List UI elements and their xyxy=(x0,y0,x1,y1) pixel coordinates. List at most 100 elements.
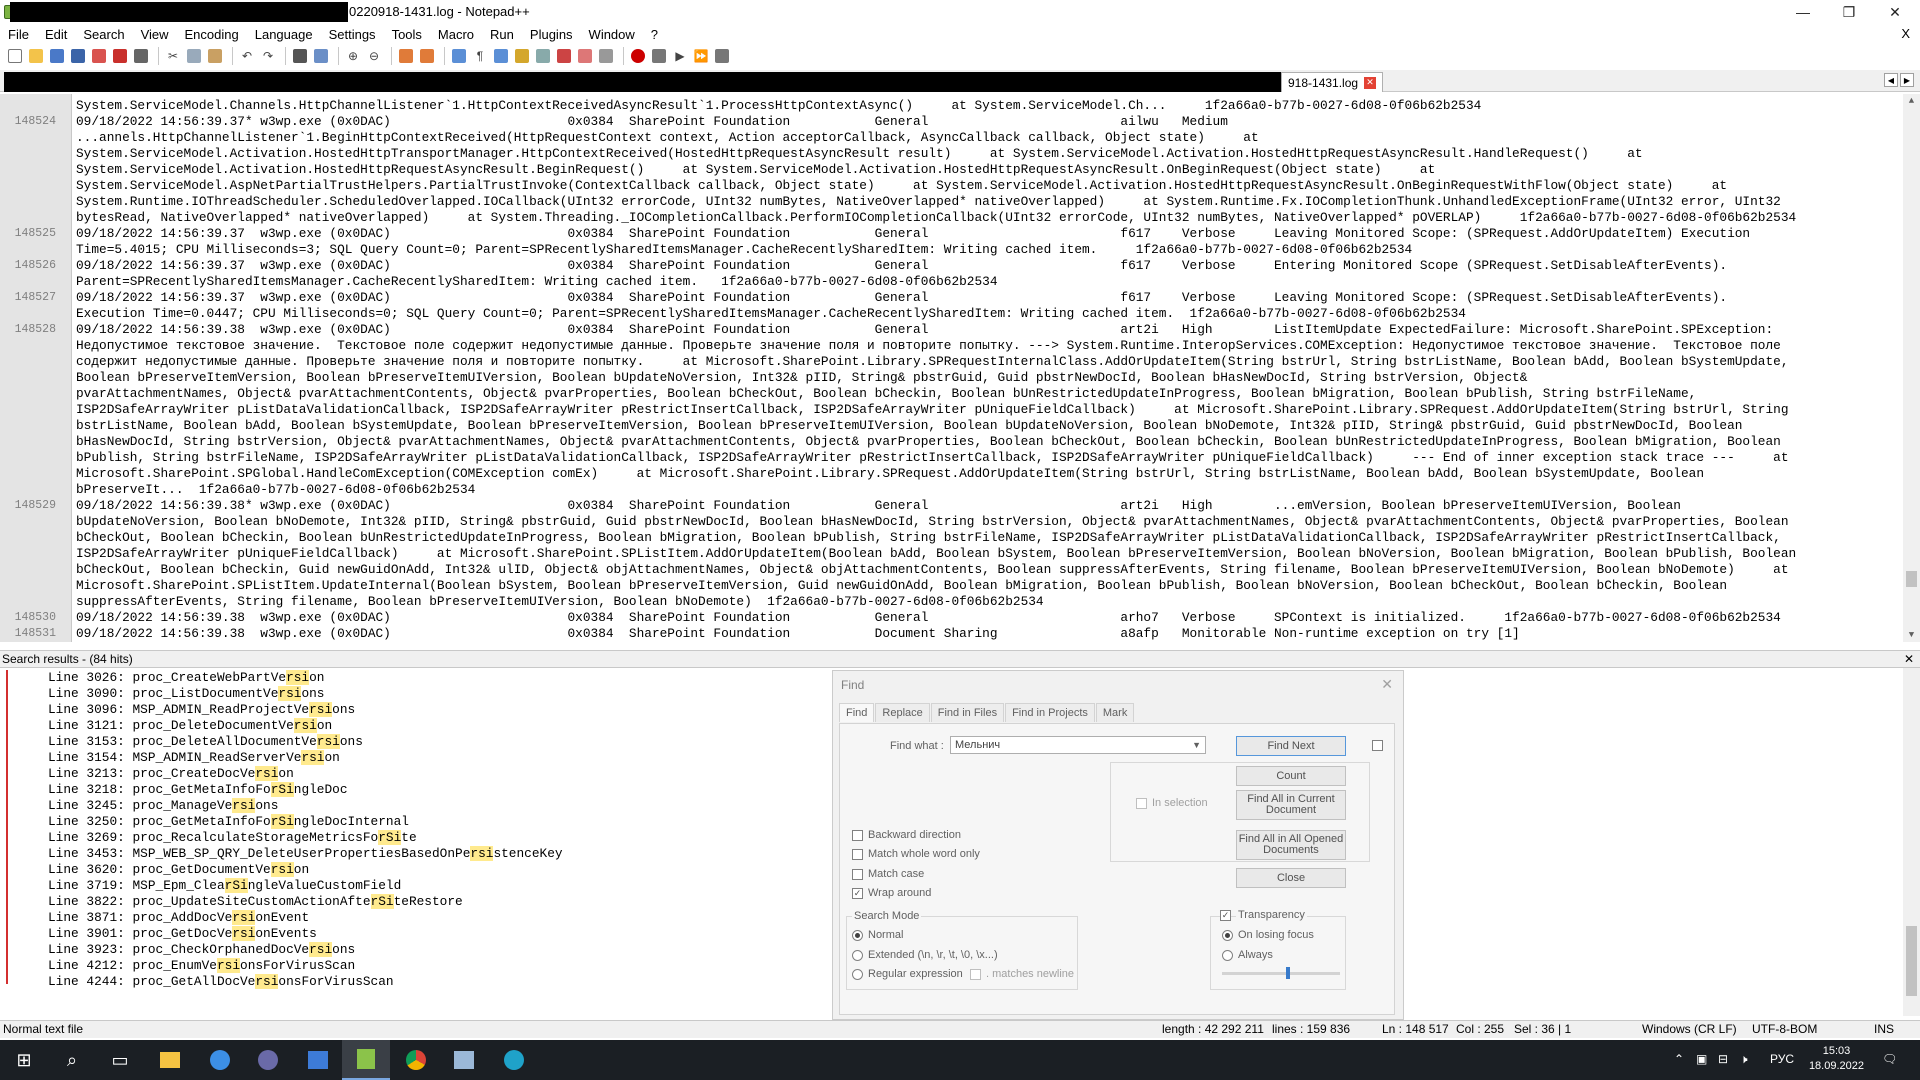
sync-vertical-icon[interactable] xyxy=(397,47,415,65)
count-button[interactable]: Count xyxy=(1236,766,1346,786)
save-icon[interactable] xyxy=(48,47,66,65)
editor-vertical-scrollbar[interactable]: ▲ ▼ xyxy=(1903,94,1920,642)
backward-direction-checkbox[interactable] xyxy=(852,830,863,841)
tab-mark[interactable]: Mark xyxy=(1095,703,1135,722)
paste-icon[interactable] xyxy=(206,47,224,65)
search-mode-normal-radio[interactable] xyxy=(852,930,863,941)
line-text[interactable]: Boolean bPreserveItemVersion, Boolean bP… xyxy=(72,370,1890,386)
transparency-slider-track[interactable] xyxy=(1222,972,1340,975)
search-result-row[interactable]: Line 3245: proc_ManageVersions xyxy=(48,798,563,814)
line-text[interactable]: bCheckOut, Boolean bCheckin, Guid newGui… xyxy=(72,562,1890,578)
line-text[interactable]: System.ServiceModel.AspNetPartialTrustHe… xyxy=(72,178,1890,194)
editor-text[interactable]: System.ServiceModel.Channels.HttpChannel… xyxy=(0,98,1890,642)
editor-line[interactable]: bUpdateNoVersion, Boolean bNoDemote, Int… xyxy=(0,514,1890,530)
line-text[interactable]: 09/18/2022 14:56:39.38 w3wp.exe (0x0DAC)… xyxy=(72,610,1890,626)
editor-line[interactable]: 148525 09/18/2022 14:56:39.37 w3wp.exe (0… xyxy=(0,226,1890,242)
menu-window[interactable]: Window xyxy=(581,27,643,42)
search-result-row[interactable]: Line 3269: proc_RecalculateStorageMetric… xyxy=(48,830,563,846)
editor-line[interactable]: 148528 09/18/2022 14:56:39.38 w3wp.exe (0… xyxy=(0,322,1890,338)
search-result-row[interactable]: Line 3096: MSP_ADMIN_ReadProjectVersions xyxy=(48,702,563,718)
search-result-row[interactable]: Line 3154: MSP_ADMIN_ReadServerVersion xyxy=(48,750,563,766)
menu-run[interactable]: Run xyxy=(482,27,522,42)
close-button[interactable]: Close xyxy=(1236,868,1346,888)
search-result-row[interactable]: Line 3213: proc_CreateDocVersion xyxy=(48,766,563,782)
editor-line[interactable]: bPreserveIt... 1f2a66a0-b77b-0027-6d08-0… xyxy=(0,482,1890,498)
search-result-row[interactable]: Line 3090: proc_ListDocumentVersions xyxy=(48,686,563,702)
in-selection-checkbox[interactable] xyxy=(1136,798,1147,809)
editor-line[interactable]: bPublish, String bstrFileName, ISP2DSafe… xyxy=(0,450,1890,466)
line-text[interactable]: System.Runtime.IOThreadScheduler.Schedul… xyxy=(72,194,1890,210)
editor-line[interactable]: bHasNewDocId, String bstrVersion, Object… xyxy=(0,434,1890,450)
editor-line[interactable]: 148527 09/18/2022 14:56:39.37 w3wp.exe (0… xyxy=(0,290,1890,306)
record-macro-icon[interactable] xyxy=(629,47,647,65)
find-next-button[interactable]: Find Next xyxy=(1236,736,1346,756)
indent-guide-icon[interactable] xyxy=(492,47,510,65)
search-results-scrollbar[interactable] xyxy=(1903,668,1920,1016)
cut-icon[interactable]: ✂ xyxy=(164,47,182,65)
line-text[interactable]: 09/18/2022 14:56:39.37 w3wp.exe (0x0DAC)… xyxy=(72,258,1890,274)
network-icon[interactable]: ⊟ xyxy=(1718,1052,1728,1066)
menu-file[interactable]: File xyxy=(0,27,37,42)
close-window-button[interactable]: ✕ xyxy=(1872,0,1918,24)
editor-line[interactable]: Parent=SPRecentlySharedItemsManager.Cach… xyxy=(0,274,1890,290)
line-text[interactable]: ISP2DSafeArrayWriter pUniqueFieldCallbac… xyxy=(72,546,1890,562)
editor-line[interactable]: pvarAttachmentNames, Object& pvarAttachm… xyxy=(0,386,1890,402)
transparency-slider-handle[interactable] xyxy=(1286,967,1290,979)
zoom-in-icon[interactable]: ⊕ xyxy=(344,47,362,65)
chrome-icon[interactable] xyxy=(392,1040,440,1080)
line-text[interactable]: bstrListName, Boolean bAdd, Boolean bSys… xyxy=(72,418,1890,434)
redo-icon[interactable]: ↷ xyxy=(259,47,277,65)
play-macro-icon[interactable]: ▶ xyxy=(671,47,689,65)
always-radio[interactable] xyxy=(1222,950,1233,961)
close-all-icon[interactable] xyxy=(111,47,129,65)
line-text[interactable]: 09/18/2022 14:56:39.37 w3wp.exe (0x0DAC)… xyxy=(72,290,1890,306)
editor-line[interactable]: содержит недопустимые данные. Проверьте … xyxy=(0,354,1890,370)
line-text[interactable]: bPublish, String bstrFileName, ISP2DSafe… xyxy=(72,450,1890,466)
task-view-icon[interactable]: ▭ xyxy=(96,1040,144,1080)
replace-icon[interactable] xyxy=(312,47,330,65)
scroll-up-icon[interactable]: ▲ xyxy=(1903,94,1920,108)
menu-plugins[interactable]: Plugins xyxy=(522,27,581,42)
remote-desktop-icon[interactable] xyxy=(440,1040,488,1080)
network-app-icon[interactable] xyxy=(294,1040,342,1080)
search-result-row[interactable]: Line 3822: proc_UpdateSiteCustomActionAf… xyxy=(48,894,563,910)
line-text[interactable]: 09/18/2022 14:56:39.38 w3wp.exe (0x0DAC)… xyxy=(72,626,1890,642)
line-text[interactable]: Parent=SPRecentlySharedItemsManager.Cach… xyxy=(72,274,1890,290)
tray-app-icon[interactable]: ▣ xyxy=(1696,1052,1707,1066)
open-file-icon[interactable] xyxy=(27,47,45,65)
editor-line[interactable]: 148529 09/18/2022 14:56:39.38* w3wp.exe (… xyxy=(0,498,1890,514)
search-result-row[interactable]: Line 3250: proc_GetMetaInfoForSingleDocI… xyxy=(48,814,563,830)
find-all-current-button[interactable]: Find All in Current Document xyxy=(1236,790,1346,820)
search-result-row[interactable]: Line 3153: proc_DeleteAllDocumentVersion… xyxy=(48,734,563,750)
editor-line[interactable]: System.Runtime.IOThreadScheduler.Schedul… xyxy=(0,194,1890,210)
line-text[interactable]: bUpdateNoVersion, Boolean bNoDemote, Int… xyxy=(72,514,1890,530)
doc-map-icon[interactable] xyxy=(534,47,552,65)
tab-replace[interactable]: Replace xyxy=(875,703,930,722)
editor-line[interactable]: suppressAfterEvents, String filename, Bo… xyxy=(0,594,1890,610)
tab-find[interactable]: Find xyxy=(839,703,875,722)
print-icon[interactable] xyxy=(132,47,150,65)
editor-line[interactable]: ISP2DSafeArrayWriter pUniqueFieldCallbac… xyxy=(0,546,1890,562)
start-windows-icon[interactable]: ⊞ xyxy=(0,1040,48,1080)
line-text[interactable]: 09/18/2022 14:56:39.37* w3wp.exe (0x0DAC… xyxy=(72,114,1890,130)
show-hidden-icons-icon[interactable]: ⌃ xyxy=(1674,1052,1684,1066)
close-file-icon[interactable] xyxy=(90,47,108,65)
notifications-icon[interactable]: 🗨 xyxy=(1882,1052,1897,1066)
search-result-row[interactable]: Line 3121: proc_DeleteDocumentVersion xyxy=(48,718,563,734)
editor-line[interactable]: Недопустимое текстовое значение. Текстов… xyxy=(0,338,1890,354)
editor[interactable]: System.ServiceModel.Channels.HttpChannel… xyxy=(0,94,1920,642)
menu-edit[interactable]: Edit xyxy=(37,27,75,42)
stop-macro-icon[interactable] xyxy=(650,47,668,65)
whole-word-checkbox[interactable] xyxy=(852,849,863,860)
line-text[interactable]: Microsoft.SharePoint.SPListItem.UpdateIn… xyxy=(72,578,1890,594)
edge-icon[interactable] xyxy=(490,1040,538,1080)
tab-find-in-files[interactable]: Find in Files xyxy=(930,703,1005,722)
tab-find-in-projects[interactable]: Find in Projects xyxy=(1005,703,1095,722)
run-macro-multiple-icon[interactable]: ⏩ xyxy=(692,47,710,65)
editor-line[interactable]: bstrListName, Boolean bAdd, Boolean bSys… xyxy=(0,418,1890,434)
zoom-out-icon[interactable]: ⊖ xyxy=(365,47,383,65)
line-text[interactable]: 09/18/2022 14:56:39.38* w3wp.exe (0x0DAC… xyxy=(72,498,1890,514)
scroll-thumb[interactable] xyxy=(1906,926,1917,996)
search-result-row[interactable]: Line 3026: proc_CreateWebPartVersion xyxy=(48,670,563,686)
find-all-opened-button[interactable]: Find All in All Opened Documents xyxy=(1236,830,1346,860)
